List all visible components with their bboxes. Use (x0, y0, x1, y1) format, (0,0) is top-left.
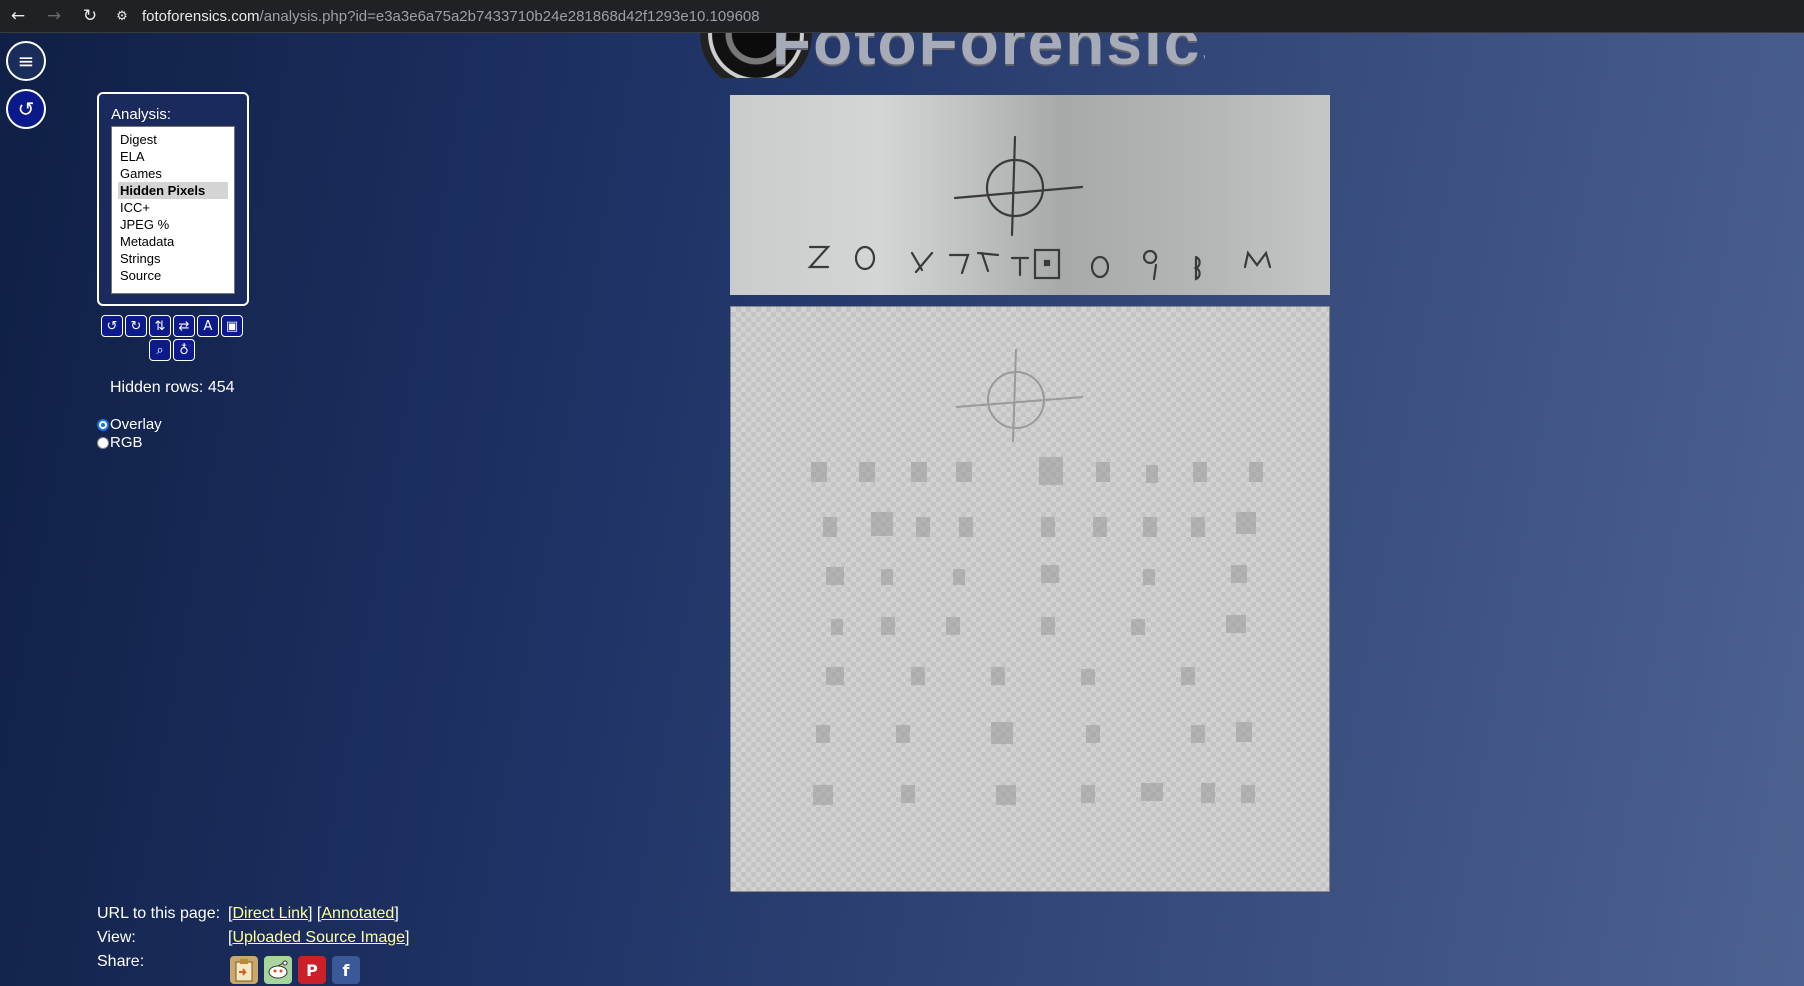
reset-icon: ↺ (17, 97, 35, 121)
analysis-option-metadata[interactable]: Metadata (112, 233, 228, 250)
reset-button[interactable]: ↺ (6, 89, 46, 129)
image-tools-row-2: ⌕ ♁ (149, 339, 195, 361)
analysis-select[interactable]: Digest ELA Games Hidden Pixels ICC+ JPEG… (111, 126, 235, 294)
logo-text: FotoForensics (772, 33, 1205, 78)
url-path: /analysis.php?id=e3a3e6a75a2b7433710b24e… (259, 7, 760, 25)
analysis-option-hidden-pixels[interactable]: Hidden Pixels (118, 182, 228, 199)
select-region-icon[interactable]: ▣ (221, 315, 243, 337)
rgb-label: RGB (110, 434, 143, 451)
handwriting-drawing (807, 135, 1272, 281)
view-links: [Uploaded Source Image] (228, 929, 410, 946)
glyph-grid (811, 457, 1263, 805)
analysis-label: Analysis: (111, 106, 172, 123)
zoom-icon[interactable]: ⌕ (149, 339, 171, 361)
analysis-option-strings[interactable]: Strings (112, 250, 228, 267)
share-label: Share: (97, 953, 145, 970)
flip-vertical-icon[interactable]: ⇅ (149, 315, 171, 337)
reload-icon[interactable]: ↻ (72, 0, 108, 33)
analysis-option-jpeg[interactable]: JPEG % (112, 216, 228, 233)
annotated-link[interactable]: Annotated (321, 905, 394, 922)
overlay-radio-row[interactable]: Overlay (97, 416, 162, 433)
flip-horizontal-icon[interactable]: ⇄ (173, 315, 195, 337)
reddit-icon[interactable] (264, 956, 292, 984)
analysis-panel: Analysis: Digest ELA Games Hidden Pixels… (97, 92, 249, 306)
hint-bulb-icon[interactable]: ♁ (173, 339, 195, 361)
analysis-option-icc[interactable]: ICC+ (112, 199, 228, 216)
rgb-radio-row[interactable]: RGB (97, 434, 143, 451)
overlay-label: Overlay (110, 416, 162, 433)
analysis-option-games[interactable]: Games (112, 165, 228, 182)
pinterest-icon[interactable]: P (298, 956, 326, 984)
analysis-option-ela[interactable]: ELA (112, 148, 228, 165)
hamburger-icon: ≡ (17, 49, 35, 73)
site-logo[interactable]: FotoForensics (700, 33, 1205, 78)
source-image-preview (730, 95, 1330, 295)
annotate-icon[interactable]: A (197, 315, 219, 337)
browser-toolbar: ← → ↻ ⚙ fotoforensics.com/analysis.php?i… (0, 0, 1804, 33)
url-domain: fotoforensics.com (142, 7, 260, 25)
hidden-pixels-overlay (811, 348, 1263, 805)
hidden-rows-count: Hidden rows: 454 (110, 379, 235, 396)
url-to-page-label: URL to this page: (97, 905, 221, 922)
site-info-icon[interactable]: ⚙ (108, 0, 136, 33)
forward-icon[interactable]: → (36, 0, 72, 33)
overlay-radio[interactable] (97, 418, 109, 431)
direct-link[interactable]: Direct Link (232, 905, 308, 922)
back-icon[interactable]: ← (0, 0, 36, 33)
uploaded-source-image-link[interactable]: Uploaded Source Image (232, 929, 405, 946)
rotate-right-icon[interactable]: ↻ (125, 315, 147, 337)
clipboard-icon[interactable] (230, 956, 258, 984)
analysis-option-digest[interactable]: Digest (112, 131, 228, 148)
rotate-left-icon[interactable]: ↺ (101, 315, 123, 337)
view-label: View: (97, 929, 136, 946)
rgb-radio[interactable] (97, 436, 109, 449)
analysis-option-source[interactable]: Source (112, 267, 228, 284)
facebook-icon[interactable]: f (332, 956, 360, 984)
image-tools-row-1: ↺ ↻ ⇅ ⇄ A ▣ (101, 315, 243, 337)
menu-button[interactable]: ≡ (6, 41, 46, 81)
analysis-result-image[interactable] (730, 306, 1330, 892)
url-to-page-links: [Direct Link] [Annotated] (228, 905, 399, 922)
address-bar[interactable]: fotoforensics.com/analysis.php?id=e3a3e6… (142, 8, 760, 25)
